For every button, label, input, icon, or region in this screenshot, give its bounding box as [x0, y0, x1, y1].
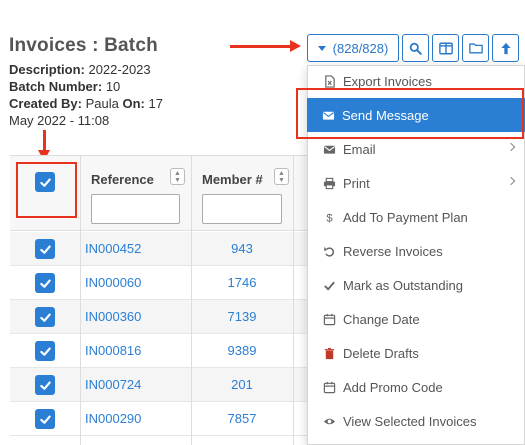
- reference-link[interactable]: IN000724: [85, 377, 141, 392]
- scroll-top-button[interactable]: [492, 34, 519, 62]
- table-row[interactable]: IN000724 201: [10, 368, 310, 402]
- menu-item-label: Mark as Outstanding: [343, 277, 463, 293]
- menu-item-add-to-payment-plan[interactable]: $ Add To Payment Plan: [308, 200, 524, 234]
- check-icon: [39, 380, 51, 390]
- menu-item-label: Export Invoices: [343, 73, 432, 89]
- undo-icon: [322, 244, 336, 258]
- table-row[interactable]: IN000360 7139: [10, 300, 310, 334]
- menu-item-add-promo-code[interactable]: Add Promo Code: [308, 370, 524, 404]
- search-icon: [409, 42, 422, 55]
- member-number-link[interactable]: 7139: [202, 309, 282, 324]
- trash-icon: [322, 346, 336, 360]
- file-excel-icon: [322, 74, 336, 88]
- member-number-link[interactable]: 201: [202, 377, 282, 392]
- reference-link[interactable]: IN000360: [85, 309, 141, 324]
- reference-link[interactable]: IN000060: [85, 275, 141, 290]
- column-header-reference[interactable]: Reference: [91, 172, 154, 187]
- menu-item-label: Add To Payment Plan: [343, 209, 468, 225]
- chevron-right-icon: [506, 142, 516, 152]
- row-checkbox[interactable]: [35, 307, 55, 327]
- column-divider: [293, 156, 294, 445]
- row-checkbox[interactable]: [35, 239, 55, 259]
- menu-item-label: View Selected Invoices: [343, 413, 477, 429]
- reference-link[interactable]: IN000290: [85, 411, 141, 426]
- caret-down-icon: [317, 45, 326, 51]
- batch-meta: Description: 2022-2023 Batch Number: 10 …: [9, 61, 179, 129]
- row-checkbox[interactable]: [35, 375, 55, 395]
- check-icon: [39, 414, 51, 424]
- member-number-link[interactable]: 7857: [202, 411, 282, 426]
- table-row[interactable]: IN000452 943: [10, 232, 310, 266]
- columns-button[interactable]: [432, 34, 459, 62]
- menu-item-print[interactable]: Print: [308, 166, 524, 200]
- menu-item-delete-drafts[interactable]: Delete Drafts: [308, 336, 524, 370]
- envelope-icon: [322, 142, 336, 156]
- select-all-highlight: [16, 162, 77, 218]
- check-icon: [39, 312, 51, 322]
- columns-icon: [438, 42, 453, 54]
- send-message-highlight: [296, 88, 524, 139]
- row-checkbox[interactable]: [35, 273, 55, 293]
- table-row[interactable]: IN000290 7857: [10, 402, 310, 436]
- menu-item-label: Print: [343, 175, 370, 191]
- check-icon: [322, 278, 336, 292]
- column-divider: [80, 156, 81, 445]
- calendar-icon: [322, 312, 336, 326]
- created-by-line: Created By: Paula On: 17: [9, 96, 163, 111]
- sort-member-button[interactable]: ▲ ▼: [274, 168, 289, 185]
- reference-link[interactable]: IN000452: [85, 241, 141, 256]
- selection-count: (828/828): [332, 40, 389, 56]
- toolbar: (828/828): [307, 34, 519, 62]
- calendar-icon: [322, 380, 336, 394]
- menu-item-label: Email: [343, 141, 376, 157]
- chevron-right-icon: [506, 176, 516, 186]
- row-checkbox[interactable]: [35, 341, 55, 361]
- member-number-link[interactable]: 9389: [202, 343, 282, 358]
- menu-item-view-selected-invoices[interactable]: View Selected Invoices: [308, 404, 524, 438]
- svg-text:$: $: [326, 212, 333, 223]
- sort-reference-button[interactable]: ▲ ▼: [170, 168, 185, 185]
- folder-icon: [468, 43, 483, 54]
- dollar-icon: $: [322, 210, 336, 224]
- menu-item-mark-as-outstanding[interactable]: Mark as Outstanding: [308, 268, 524, 302]
- row-checkbox[interactable]: [35, 409, 55, 429]
- check-icon: [39, 278, 51, 288]
- check-icon: [39, 244, 51, 254]
- menu-item-label: Reverse Invoices: [343, 243, 443, 259]
- batch-number-line: Batch Number: 10: [9, 79, 121, 94]
- column-divider: [191, 156, 192, 445]
- member-number-link[interactable]: 1746: [202, 275, 282, 290]
- search-button[interactable]: [402, 34, 429, 62]
- printer-icon: [322, 176, 336, 190]
- menu-item-reverse-invoices[interactable]: Reverse Invoices: [308, 234, 524, 268]
- folder-button[interactable]: [462, 34, 489, 62]
- bulk-actions-button[interactable]: (828/828): [307, 34, 399, 62]
- table-row[interactable]: IN000060 1746: [10, 266, 310, 300]
- member-number-link[interactable]: 943: [202, 241, 282, 256]
- column-header-member[interactable]: Member #: [202, 172, 263, 187]
- menu-item-label: Change Date: [343, 311, 420, 327]
- member-filter-input[interactable]: [202, 194, 282, 224]
- menu-item-label: Add Promo Code: [343, 379, 443, 395]
- annotation-arrow-down: [38, 130, 50, 161]
- arrow-up-icon: [500, 42, 511, 54]
- page-title: Invoices : Batch: [9, 35, 158, 56]
- menu-item-label: Delete Drafts: [343, 345, 419, 361]
- reference-link[interactable]: IN000816: [85, 343, 141, 358]
- annotation-arrow-right: [230, 40, 301, 52]
- description-line: Description: 2022-2023: [9, 62, 151, 77]
- reference-filter-input[interactable]: [91, 194, 180, 224]
- table-row[interactable]: IN000816 9389: [10, 334, 310, 368]
- created-date-line: May 2022 - 11:08: [9, 113, 110, 128]
- eye-icon: [322, 414, 336, 428]
- menu-item-change-date[interactable]: Change Date: [308, 302, 524, 336]
- check-icon: [39, 346, 51, 356]
